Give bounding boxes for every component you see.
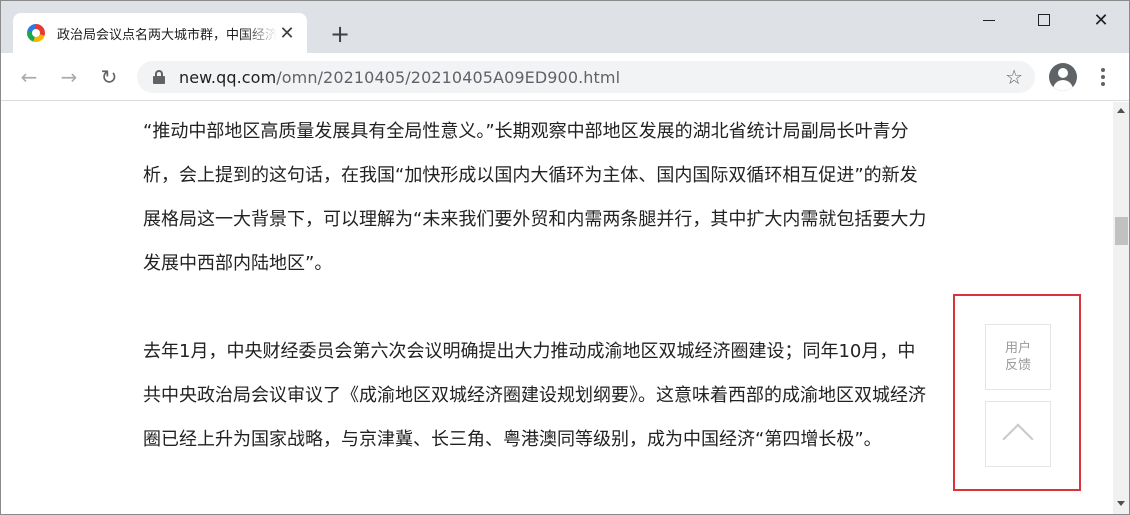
back-to-top-button[interactable] <box>985 401 1051 467</box>
scroll-down-arrow-icon[interactable] <box>1117 501 1125 506</box>
maximize-icon <box>1038 14 1050 26</box>
tab-close-icon[interactable]: ✕ <box>277 23 297 44</box>
scrollbar-thumb[interactable] <box>1115 217 1128 245</box>
article-paragraph: “推动中部地区高质量发展具有全局性意义。”长期观察中部地区发展的湖北省统计局副局… <box>143 121 927 274</box>
window-close-button[interactable]: ✕ <box>1086 7 1116 33</box>
vertical-scrollbar[interactable] <box>1113 102 1129 514</box>
url-text[interactable]: new.qq.com/omn/20210405/20210405A09ED900… <box>179 68 620 87</box>
qq-news-icon <box>27 24 45 42</box>
forward-button[interactable]: → <box>57 65 81 89</box>
user-feedback-button[interactable]: 用户 反馈 <box>985 324 1051 390</box>
tab-strip: 政治局会议点名两大城市群，中国经济“第四增长极” ✕ + ✕ <box>1 1 1129 53</box>
page-content: “推动中部地区高质量发展具有全局性意义。”长期观察中部地区发展的湖北省统计局副局… <box>1 102 1113 514</box>
profile-avatar-icon[interactable] <box>1049 63 1077 91</box>
browser-toolbar: ← → ↻ new.qq.com/omn/20210405/20210405A0… <box>1 53 1129 101</box>
kebab-menu-icon[interactable] <box>1091 65 1115 89</box>
tab-title: 政治局会议点名两大城市群，中国经济“第四增长极” <box>57 27 277 43</box>
maximize-button[interactable] <box>1029 7 1059 33</box>
chevron-up-icon <box>1002 423 1034 455</box>
new-tab-button[interactable]: + <box>327 20 353 48</box>
address-bar[interactable]: new.qq.com/omn/20210405/20210405A09ED900… <box>137 61 1035 93</box>
lock-icon[interactable] <box>153 70 165 84</box>
feedback-label: 用户 反馈 <box>1005 340 1031 374</box>
back-button[interactable]: ← <box>17 65 41 89</box>
browser-window: 政治局会议点名两大城市群，中国经济“第四增长极” ✕ + ✕ ← → ↻ new… <box>0 0 1130 515</box>
reload-button[interactable]: ↻ <box>97 65 121 89</box>
tab-active[interactable]: 政治局会议点名两大城市群，中国经济“第四增长极” ✕ <box>13 13 307 53</box>
feedback-label-line1: 用户 <box>1004 341 1031 356</box>
minimize-icon <box>983 19 995 21</box>
floating-action-panel: 用户 反馈 <box>953 294 1081 491</box>
article-paragraph: 去年1月，中央财经委员会第六次会议明确提出大力推动成渝地区双城经济圈建设；同年1… <box>143 341 926 450</box>
bookmark-star-icon[interactable]: ☆ <box>1005 65 1023 89</box>
minimize-button[interactable] <box>974 7 1004 33</box>
article-body: “推动中部地区高质量发展具有全局性意义。”长期观察中部地区发展的湖北省统计局副局… <box>143 110 933 506</box>
scroll-up-arrow-icon[interactable] <box>1117 108 1125 113</box>
url-host: new.qq.com <box>179 67 277 87</box>
url-path: /omn/20210405/20210405A09ED900.html <box>276 67 621 87</box>
feedback-label-line2: 反馈 <box>1004 358 1031 373</box>
